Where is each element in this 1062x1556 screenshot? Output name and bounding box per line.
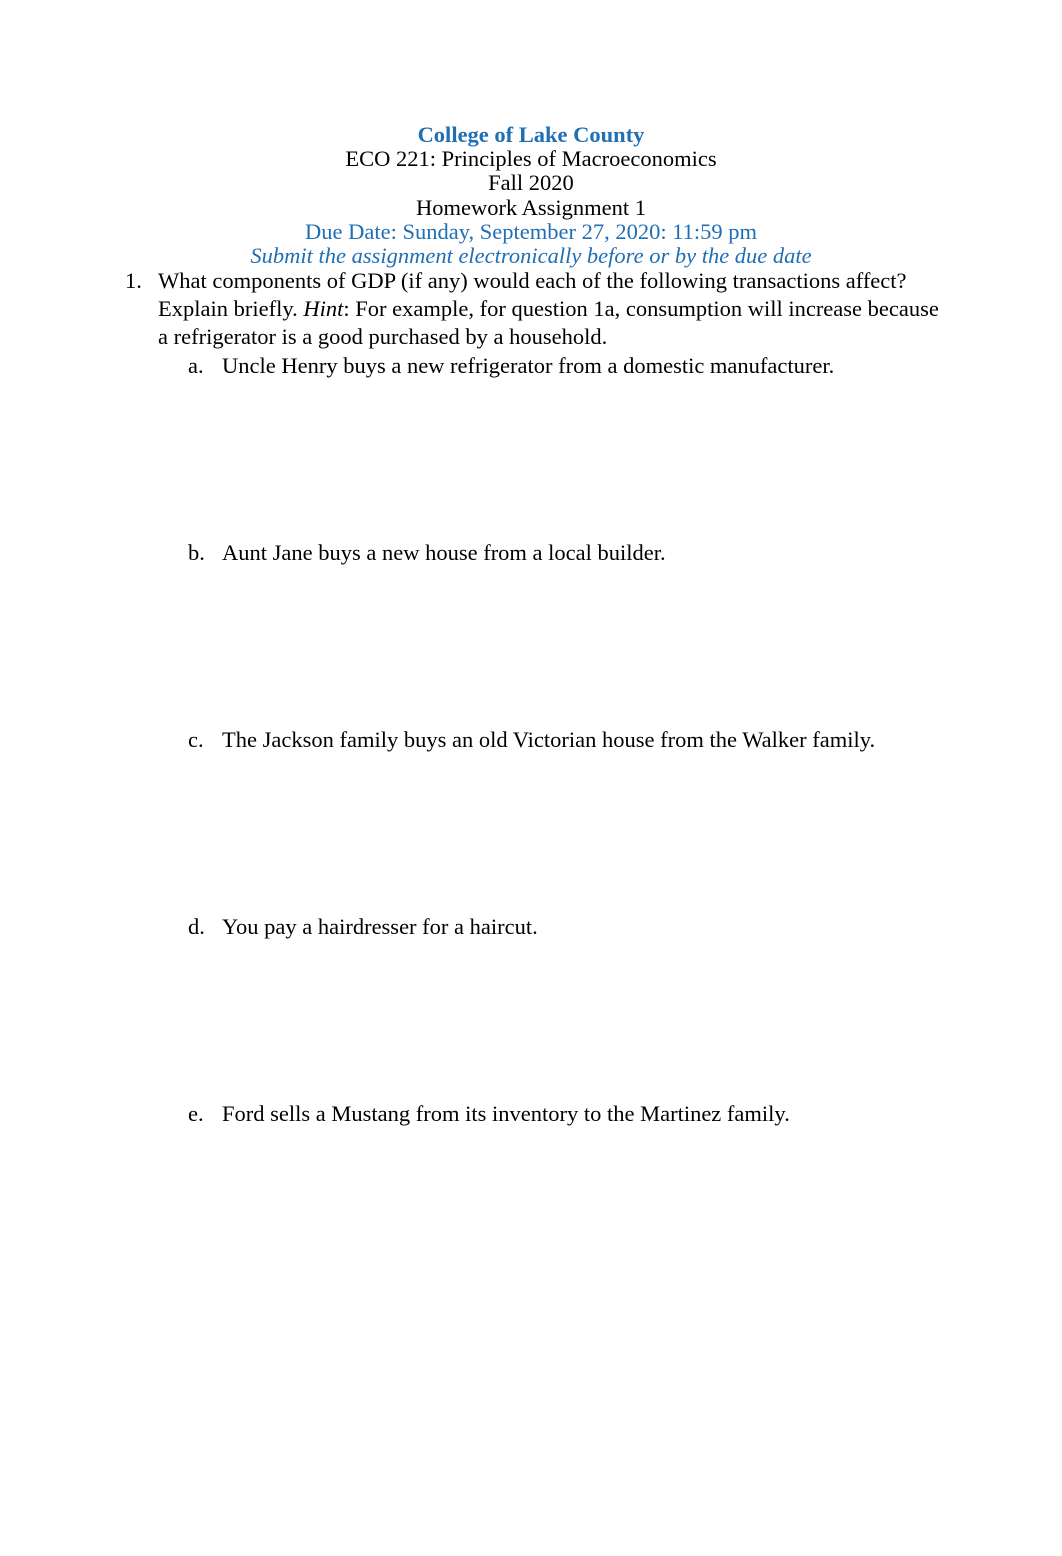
assignment-title: Homework Assignment 1	[416, 194, 646, 220]
question-marker: 1.	[125, 268, 142, 293]
sub-question-text-c: The Jackson family buys an old Victorian…	[222, 727, 876, 752]
sub-question-item-e: e. Ford sells a Mustang from its invento…	[188, 1100, 948, 1128]
sub-question-marker-b: b.	[188, 540, 205, 565]
question-block: 1. What components of GDP (if any) would…	[125, 267, 939, 352]
sub-question-text-a: Uncle Henry buys a new refrigerator from…	[222, 353, 835, 378]
sub-question-item-d: d. You pay a hairdresser for a haircut.	[188, 913, 948, 1100]
sub-question-marker-c: c.	[188, 727, 204, 752]
document-header: College of Lake County ECO 221: Principl…	[0, 122, 1062, 268]
sub-question-text-e: Ford sells a Mustang from its inventory …	[222, 1101, 790, 1126]
due-date-label: Due Date: Sunday, September 27, 2020: 11…	[304, 218, 757, 244]
question-text: What components of GDP (if any) would ea…	[158, 267, 939, 352]
sub-question-marker-e: e.	[188, 1101, 204, 1126]
institution-title: College of Lake County	[417, 122, 645, 147]
sub-question-text-b: Aunt Jane buys a new house from a local …	[222, 540, 666, 565]
sub-question-list: a. Uncle Henry buys a new refrigerator f…	[188, 352, 948, 1128]
course-title: ECO 221: Principles of Macroeconomics	[345, 146, 717, 171]
sub-question-item-a: a. Uncle Henry buys a new refrigerator f…	[188, 352, 948, 539]
sub-question-item-c: c. The Jackson family buys an old Victor…	[188, 726, 948, 913]
hint-label: Hint	[303, 296, 344, 322]
term-label: Fall 2020	[488, 170, 574, 196]
question-row: 1. What components of GDP (if any) would…	[125, 267, 939, 352]
sub-question-marker-d: d.	[188, 914, 205, 939]
sub-question-text-d: You pay a hairdresser for a haircut.	[222, 914, 538, 939]
sub-question-marker-a: a.	[188, 353, 204, 378]
sub-question-item-b: b. Aunt Jane buys a new house from a loc…	[188, 539, 948, 726]
document-page: College of Lake County ECO 221: Principl…	[0, 0, 1062, 1556]
submission-note: Submit the assignment electronically bef…	[250, 243, 812, 269]
